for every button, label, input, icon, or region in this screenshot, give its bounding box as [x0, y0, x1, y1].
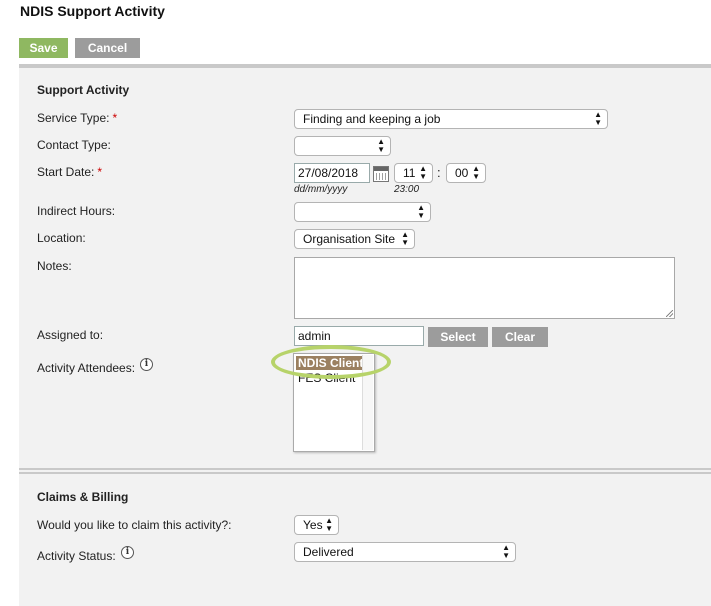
updown-arrows-icon: ▲ ▼ — [502, 543, 510, 560]
updown-arrows-icon: ▲ ▼ — [325, 516, 333, 533]
service-type-select[interactable]: Finding and keeping a job ▲ ▼ — [294, 109, 608, 129]
required-marker: * — [97, 165, 103, 179]
clear-user-button[interactable]: Clear — [492, 327, 548, 347]
start-hour-select[interactable]: 11 ▲ ▼ — [394, 163, 433, 183]
activity-status-value: Delivered — [303, 545, 354, 559]
info-icon[interactable]: i — [121, 546, 134, 559]
claim-activity-label: Would you like to claim this activity?: — [37, 518, 232, 532]
start-date-label: Start Date: * — [37, 165, 102, 179]
cancel-button[interactable]: Cancel — [75, 38, 140, 58]
page-title: NDIS Support Activity — [20, 3, 165, 19]
indirect-hours-label: Indirect Hours: — [37, 204, 116, 218]
time-separator: : — [437, 165, 441, 180]
start-date-label-text: Start Date: — [37, 165, 95, 179]
start-minute-value: 00 — [455, 166, 469, 180]
updown-arrows-icon: ▲ ▼ — [594, 110, 602, 127]
assigned-to-input[interactable]: admin — [294, 326, 424, 346]
panel-divider — [19, 468, 711, 470]
location-label: Location: — [37, 231, 86, 245]
start-minute-select[interactable]: 00 ▲ ▼ — [446, 163, 486, 183]
contact-type-select[interactable]: ▲ ▼ — [294, 136, 391, 156]
updown-arrows-icon: ▲ ▼ — [401, 230, 409, 247]
required-marker: * — [112, 111, 118, 125]
assigned-to-label: Assigned to: — [37, 328, 104, 342]
claim-activity-select[interactable]: Yes ▲ ▼ — [294, 515, 339, 535]
updown-arrows-icon: ▲ ▼ — [419, 164, 427, 181]
service-type-label-text: Service Type: — [37, 111, 110, 125]
activity-status-select[interactable]: Delivered ▲ ▼ — [294, 542, 516, 562]
location-select[interactable]: Organisation Site ▲ ▼ — [294, 229, 415, 249]
notes-label: Notes: — [37, 259, 72, 273]
save-button[interactable]: Save — [19, 38, 68, 58]
updown-arrows-icon: ▲ ▼ — [472, 164, 480, 181]
updown-arrows-icon: ▲ ▼ — [377, 137, 385, 154]
support-activity-title: Support Activity — [37, 83, 130, 97]
date-format-hint: dd/mm/yyyy — [294, 184, 348, 195]
notes-textarea[interactable] — [294, 257, 675, 319]
service-type-label: Service Type: * — [37, 111, 117, 125]
time-format-hint: 23:00 — [394, 184, 420, 195]
select-user-button[interactable]: Select — [428, 327, 488, 347]
highlight-annotation — [271, 345, 391, 379]
calendar-icon[interactable] — [373, 166, 389, 182]
activity-status-label: Activity Status: — [37, 549, 116, 563]
service-type-value: Finding and keeping a job — [303, 112, 441, 126]
indirect-hours-select[interactable]: ▲ ▼ — [294, 202, 431, 222]
claim-activity-value: Yes — [303, 518, 323, 532]
updown-arrows-icon: ▲ ▼ — [417, 203, 425, 220]
claims-billing-title: Claims & Billing — [37, 490, 129, 504]
resize-grip-icon[interactable] — [666, 310, 673, 317]
location-value: Organisation Site — [303, 232, 396, 246]
activity-attendees-label: Activity Attendees: — [37, 361, 136, 375]
info-icon[interactable]: i — [140, 358, 153, 371]
start-date-input[interactable]: 27/08/2018 — [294, 163, 370, 183]
contact-type-label: Contact Type: — [37, 138, 111, 152]
start-hour-value: 11 — [403, 166, 416, 180]
